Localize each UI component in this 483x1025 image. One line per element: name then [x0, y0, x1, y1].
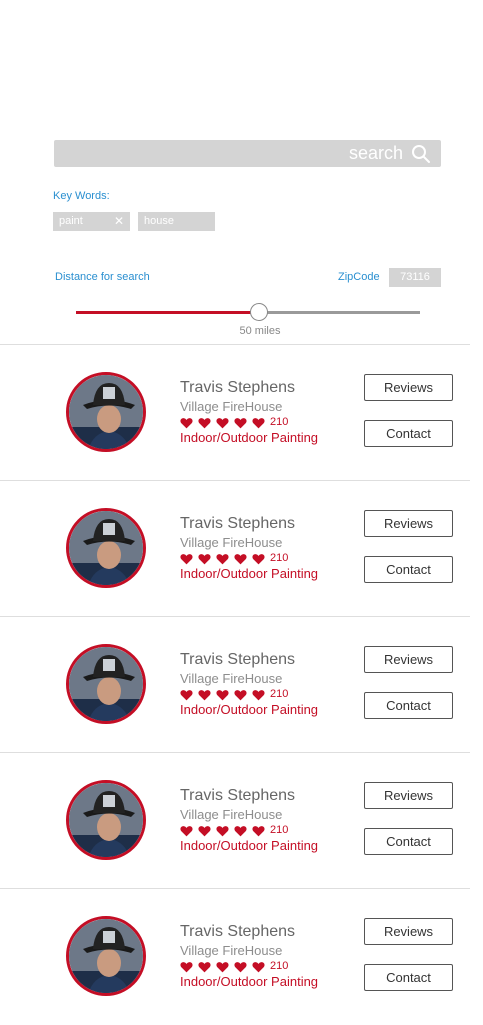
result-card[interactable]: Travis Stephens Village FireHouse 210 Indoo…: [0, 753, 483, 889]
keyword-tag-text: house: [144, 215, 174, 227]
heart-icon: [198, 416, 211, 429]
zipcode-label: ZipCode: [338, 271, 380, 283]
distance-value: 50 miles: [239, 325, 281, 337]
provider-service: Indoor/Outdoor Painting: [180, 566, 319, 581]
provider-name[interactable]: Travis Stephens: [180, 923, 295, 941]
heart-icon: [198, 688, 211, 701]
contact-button[interactable]: Contact: [364, 964, 453, 991]
heart-icon: [180, 416, 193, 429]
zipcode-field[interactable]: 73116: [389, 268, 441, 287]
heart-icon: [234, 416, 247, 429]
provider-service: Indoor/Outdoor Painting: [180, 430, 319, 445]
provider-service: Indoor/Outdoor Painting: [180, 702, 319, 717]
result-card[interactable]: Travis Stephens Village FireHouse 210 Indoo…: [0, 617, 483, 753]
slider-fill: [76, 311, 259, 314]
rating-count: 210: [270, 688, 289, 700]
heart-icon: [252, 960, 265, 973]
heart-icon: [180, 960, 193, 973]
provider-station: Village FireHouse: [180, 807, 283, 822]
heart-icon: [252, 688, 265, 701]
reviews-button[interactable]: Reviews: [364, 646, 453, 673]
heart-icon: [216, 552, 229, 565]
rating-count: 210: [270, 552, 289, 564]
avatar[interactable]: [66, 372, 146, 452]
heart-icon: [252, 416, 265, 429]
heart-icon: [198, 960, 211, 973]
result-card[interactable]: Travis Stephens Village FireHouse 210 Indoo…: [0, 889, 483, 1025]
keyword-tag-house[interactable]: house: [138, 212, 215, 231]
heart-icon: [198, 824, 211, 837]
heart-icon: [216, 416, 229, 429]
keyword-tag-text: paint: [59, 215, 83, 227]
reviews-button[interactable]: Reviews: [364, 918, 453, 945]
avatar[interactable]: [66, 508, 146, 588]
provider-service: Indoor/Outdoor Painting: [180, 838, 319, 853]
rating-count: 210: [270, 824, 289, 836]
heart-icon: [216, 960, 229, 973]
provider-station: Village FireHouse: [180, 399, 283, 414]
rating: 210: [180, 688, 289, 701]
distance-label: Distance for search: [55, 271, 150, 283]
rating: 210: [180, 960, 289, 973]
avatar[interactable]: [66, 916, 146, 996]
slider-track[interactable]: [259, 311, 420, 314]
contact-button[interactable]: Contact: [364, 828, 453, 855]
slider-thumb[interactable]: [250, 303, 268, 321]
heart-icon: [234, 552, 247, 565]
heart-icon: [198, 552, 211, 565]
heart-icon: [234, 688, 247, 701]
heart-icon: [216, 824, 229, 837]
search-placeholder: search: [348, 143, 403, 163]
rating-count: 210: [270, 416, 289, 428]
heart-icon: [252, 824, 265, 837]
provider-name[interactable]: Travis Stephens: [180, 379, 295, 397]
search-bar[interactable]: search: [54, 140, 441, 167]
result-card[interactable]: Travis Stephens Village FireHouse 210 Indoo…: [0, 481, 483, 617]
heart-icon: [180, 552, 193, 565]
result-card[interactable]: Travis Stephens Village FireHouse 210 Indoo…: [0, 345, 483, 481]
avatar[interactable]: [66, 644, 146, 724]
keywords-label: Key Words:: [53, 190, 110, 202]
heart-icon: [180, 824, 193, 837]
reviews-button[interactable]: Reviews: [364, 374, 453, 401]
reviews-button[interactable]: Reviews: [364, 782, 453, 809]
provider-name[interactable]: Travis Stephens: [180, 515, 295, 533]
contact-button[interactable]: Contact: [364, 420, 453, 447]
rating: 210: [180, 416, 289, 429]
provider-name[interactable]: Travis Stephens: [180, 787, 295, 805]
avatar[interactable]: [66, 780, 146, 860]
heart-icon: [216, 688, 229, 701]
provider-name[interactable]: Travis Stephens: [180, 651, 295, 669]
provider-station: Village FireHouse: [180, 671, 283, 686]
heart-icon: [180, 688, 193, 701]
keyword-tag-paint[interactable]: paint ✕: [53, 212, 130, 231]
search-icon[interactable]: [411, 144, 431, 164]
rating: 210: [180, 824, 289, 837]
close-icon[interactable]: ✕: [114, 212, 124, 231]
reviews-button[interactable]: Reviews: [364, 510, 453, 537]
heart-icon: [252, 552, 265, 565]
heart-icon: [234, 824, 247, 837]
contact-button[interactable]: Contact: [364, 692, 453, 719]
heart-icon: [234, 960, 247, 973]
rating: 210: [180, 552, 289, 565]
provider-station: Village FireHouse: [180, 943, 283, 958]
provider-station: Village FireHouse: [180, 535, 283, 550]
rating-count: 210: [270, 960, 289, 972]
contact-button[interactable]: Contact: [364, 556, 453, 583]
